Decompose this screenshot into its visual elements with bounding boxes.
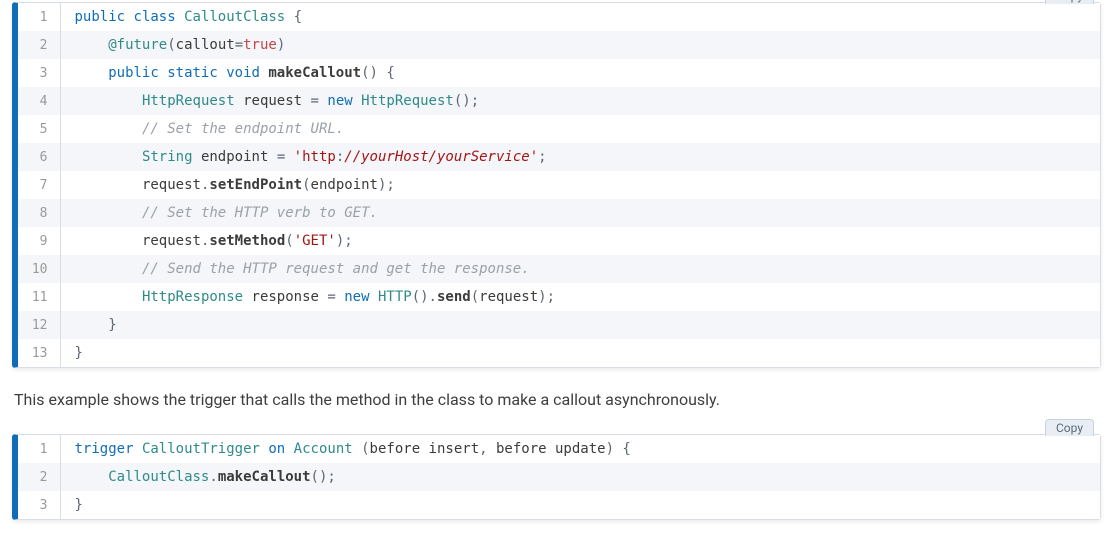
code-table-1: 1public class CalloutClass {2 @future(ca… [18, 3, 1100, 367]
code-block-2: Copy 1trigger CalloutTrigger on Account … [12, 434, 1101, 520]
line-number: 11 [18, 283, 60, 311]
code-content: // Send the HTTP request and get the res… [60, 255, 1100, 283]
line-number: 8 [18, 199, 60, 227]
code-content: public static void makeCallout() { [60, 59, 1100, 87]
code-line: 1public class CalloutClass { [18, 3, 1100, 31]
line-number: 6 [18, 143, 60, 171]
code-line: 3} [18, 491, 1100, 519]
code-block-1: Copy 1public class CalloutClass {2 @futu… [12, 2, 1101, 368]
code-line: 1trigger CalloutTrigger on Account (befo… [18, 435, 1100, 463]
code-line: 7 request.setEndPoint(endpoint); [18, 171, 1100, 199]
code-content: request.setEndPoint(endpoint); [60, 171, 1100, 199]
code-line: 2 @future(callout=true) [18, 31, 1100, 59]
code-line: 8 // Set the HTTP verb to GET. [18, 199, 1100, 227]
line-number: 1 [18, 3, 60, 31]
line-number: 3 [18, 491, 60, 519]
code-content: HttpRequest request = new HttpRequest(); [60, 87, 1100, 115]
line-number: 10 [18, 255, 60, 283]
code-line: 3 public static void makeCallout() { [18, 59, 1100, 87]
code-content: trigger CalloutTrigger on Account (befor… [60, 435, 1100, 463]
code-line: 11 HttpResponse response = new HTTP().se… [18, 283, 1100, 311]
code-line: 13} [18, 339, 1100, 367]
line-number: 13 [18, 339, 60, 367]
line-number: 7 [18, 171, 60, 199]
code-line: 5 // Set the endpoint URL. [18, 115, 1100, 143]
line-number: 1 [18, 435, 60, 463]
copy-button[interactable]: Copy [1045, 419, 1094, 436]
code-content: CalloutClass.makeCallout(); [60, 463, 1100, 491]
code-content: HttpResponse response = new HTTP().send(… [60, 283, 1100, 311]
code-line: 2 CalloutClass.makeCallout(); [18, 463, 1100, 491]
code-line: 12 } [18, 311, 1100, 339]
code-line: 9 request.setMethod('GET'); [18, 227, 1100, 255]
line-number: 2 [18, 463, 60, 491]
code-table-2: 1trigger CalloutTrigger on Account (befo… [18, 435, 1100, 519]
code-content: request.setMethod('GET'); [60, 227, 1100, 255]
code-line: 10 // Send the HTTP request and get the … [18, 255, 1100, 283]
code-content: @future(callout=true) [60, 31, 1100, 59]
code-content: } [60, 339, 1100, 367]
copy-button[interactable]: Copy [1045, 0, 1094, 4]
code-content: String endpoint = 'http://yourHost/yourS… [60, 143, 1100, 171]
code-content: } [60, 491, 1100, 519]
code-content: public class CalloutClass { [60, 3, 1100, 31]
code-content: // Set the HTTP verb to GET. [60, 199, 1100, 227]
code-line: 6 String endpoint = 'http://yourHost/you… [18, 143, 1100, 171]
code-line: 4 HttpRequest request = new HttpRequest(… [18, 87, 1100, 115]
code-content: } [60, 311, 1100, 339]
line-number: 2 [18, 31, 60, 59]
line-number: 12 [18, 311, 60, 339]
line-number: 5 [18, 115, 60, 143]
code-content: // Set the endpoint URL. [60, 115, 1100, 143]
line-number: 3 [18, 59, 60, 87]
line-number: 9 [18, 227, 60, 255]
line-number: 4 [18, 87, 60, 115]
explanatory-paragraph: This example shows the trigger that call… [14, 388, 1101, 412]
